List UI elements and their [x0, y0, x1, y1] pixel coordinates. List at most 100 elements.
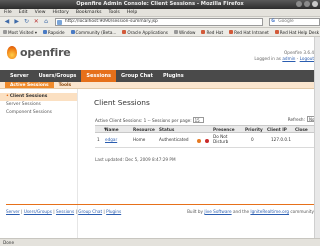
bookmark-redhat-helpdesk[interactable]: Red Hat Help Desk: [274, 30, 319, 35]
last-updated: Last updated: Dec 5, 2009 8:47:29 PM: [95, 157, 176, 162]
client-ip-cell: 127.0.0.1: [271, 137, 291, 142]
sessions-meta-row: Active Client Sessions: 1 -- Sessions pe…: [95, 116, 319, 124]
footer: Server | Users/Groups | Sessions | Group…: [6, 209, 314, 214]
favicon-icon: [56, 20, 62, 25]
tab-sessions[interactable]: Sessions: [81, 70, 117, 82]
ignite-realtime-link[interactable]: IgniteRealtime.org: [250, 209, 289, 214]
minimize-button[interactable]: [296, 1, 302, 7]
presence-cell: Do Not Disturb: [213, 134, 229, 144]
presence-dnd-icon: [205, 138, 209, 143]
footer-divider: [6, 204, 314, 205]
col-presence: Presence: [213, 127, 235, 132]
sidebar: •Client Sessions Server Sessions Compone…: [0, 89, 78, 238]
stop-icon[interactable]: ✕: [32, 18, 40, 26]
vertical-scrollbar[interactable]: [314, 37, 320, 238]
subtab-tools[interactable]: Tools: [54, 82, 77, 88]
col-close: Close: [295, 127, 308, 132]
resource-cell: Home: [133, 137, 146, 142]
redhat-icon: [201, 30, 206, 34]
close-window-button[interactable]: [312, 1, 318, 7]
menu-bookmarks[interactable]: Bookmarks: [76, 10, 102, 15]
bullet-icon: •: [6, 94, 9, 99]
col-client-ip: Client IP: [267, 127, 287, 132]
openfire-logo[interactable]: openfire: [7, 46, 71, 59]
footer-link-users-groups[interactable]: Users/Groups: [24, 209, 52, 214]
page-content: openfire Openfire 3.6.4 Logged in as adm…: [0, 37, 320, 238]
window-title: Openfire Admin Console: Client Sessions …: [76, 1, 244, 7]
url-bar[interactable]: http://localhost:9090/session-summary.js…: [54, 18, 264, 26]
subtab-active-sessions[interactable]: Active Sessions: [5, 82, 54, 88]
search-input[interactable]: G Google: [269, 18, 320, 26]
col-name[interactable]: Name: [105, 127, 119, 132]
bookmark-window[interactable]: Window: [173, 30, 195, 35]
search-placeholder: Google: [278, 19, 294, 24]
table-header: Name ▼ Resource Status Presence Priority…: [95, 125, 317, 133]
menu-help[interactable]: Help: [127, 10, 137, 15]
main-tabs: Server Users/Groups Sessions Group Chat …: [0, 70, 320, 82]
status-bar: Done: [0, 238, 320, 246]
tab-server[interactable]: Server: [5, 70, 34, 82]
col-status: Status: [159, 127, 175, 132]
menu-history[interactable]: History: [53, 10, 69, 15]
logo-text: openfire: [20, 46, 71, 59]
page-icon: [70, 30, 75, 34]
menu-edit[interactable]: Edit: [19, 10, 28, 15]
tab-plugins[interactable]: Plugins: [158, 70, 189, 82]
footer-credit: Built by Jive Software and the IgniteRea…: [187, 209, 314, 214]
window-controls: [296, 1, 318, 7]
footer-link-group-chat[interactable]: Group Chat: [78, 209, 102, 214]
user-link[interactable]: admin: [282, 56, 295, 61]
user-link[interactable]: edgar: [105, 137, 117, 142]
row-index: 1: [97, 137, 100, 142]
col-resource: Resource: [133, 127, 155, 132]
bookmark-redhat[interactable]: Red Hat: [201, 30, 223, 35]
sidebar-item-client-sessions[interactable]: •Client Sessions: [0, 93, 77, 101]
bookmark-community[interactable]: Community (Beta...: [70, 30, 116, 35]
per-page-select[interactable]: 15: [192, 117, 204, 123]
menu-file[interactable]: File: [4, 10, 12, 15]
bookmark-oracle[interactable]: Oracle Applications: [122, 30, 168, 35]
url-text: http://localhost:9090/session-summary.js…: [64, 19, 158, 24]
jive-software-link[interactable]: Jive Software: [204, 209, 231, 214]
home-icon[interactable]: ⌂: [42, 18, 50, 26]
main-panel: Client Sessions Active Client Sessions: …: [88, 89, 320, 238]
redhat-icon: [229, 30, 234, 34]
page-title: Client Sessions: [94, 98, 150, 107]
forward-icon[interactable]: ▶: [13, 18, 21, 26]
col-priority: Priority: [245, 127, 263, 132]
footer-links: Server | Users/Groups | Sessions | Group…: [6, 209, 122, 214]
sidebar-item-component-sessions[interactable]: Component Sessions: [0, 109, 77, 117]
back-icon[interactable]: ◀: [3, 18, 11, 26]
openfire-header: openfire Openfire 3.6.4 Logged in as adm…: [0, 37, 320, 70]
status-orange-icon: [197, 138, 201, 143]
sessions-table: Name ▼ Resource Status Presence Priority…: [95, 125, 317, 148]
menu-tools[interactable]: Tools: [109, 10, 120, 15]
active-sessions-label: Active Client Sessions: 1 -- Sessions pe…: [95, 117, 192, 123]
maximize-button[interactable]: [304, 1, 310, 7]
priority-cell: 0: [251, 137, 254, 142]
header-info: Openfire 3.6.4 Logged in as admin - Logo…: [254, 50, 314, 62]
google-icon: G: [271, 19, 275, 24]
footer-link-plugins[interactable]: Plugins: [106, 209, 121, 214]
oracle-icon: [122, 30, 127, 34]
reload-icon[interactable]: ↻: [23, 18, 31, 26]
page-icon: [42, 30, 47, 34]
bookmark-rapside[interactable]: Rapside: [42, 30, 65, 35]
table-row: 1 edgar Home Authenticated Do Not Distur…: [95, 133, 317, 148]
sidebar-item-server-sessions[interactable]: Server Sessions: [0, 101, 77, 109]
bookmark-most-visited[interactable]: Most Visited ▾: [3, 30, 37, 35]
navigation-toolbar: ◀ ▶ ↻ ✕ ⌂ http://localhost:9090/session-…: [0, 17, 320, 28]
logout-link[interactable]: Logout: [300, 56, 314, 61]
star-icon: [3, 30, 7, 34]
sub-tabs: Active Sessions Tools: [0, 82, 320, 89]
tab-group-chat[interactable]: Group Chat: [116, 70, 158, 82]
bookmark-redhat-intranet[interactable]: Red Hat Intranet: [229, 30, 269, 35]
menu-view[interactable]: View: [35, 10, 46, 15]
footer-link-server[interactable]: Server: [6, 209, 20, 214]
tab-users-groups[interactable]: Users/Groups: [34, 70, 82, 82]
login-info: Logged in as admin - Logout: [254, 56, 314, 61]
refresh-label: Refresh:: [287, 116, 305, 122]
footer-link-sessions[interactable]: Sessions: [56, 209, 74, 214]
flame-icon: [7, 46, 17, 59]
redhat-icon: [274, 30, 279, 34]
